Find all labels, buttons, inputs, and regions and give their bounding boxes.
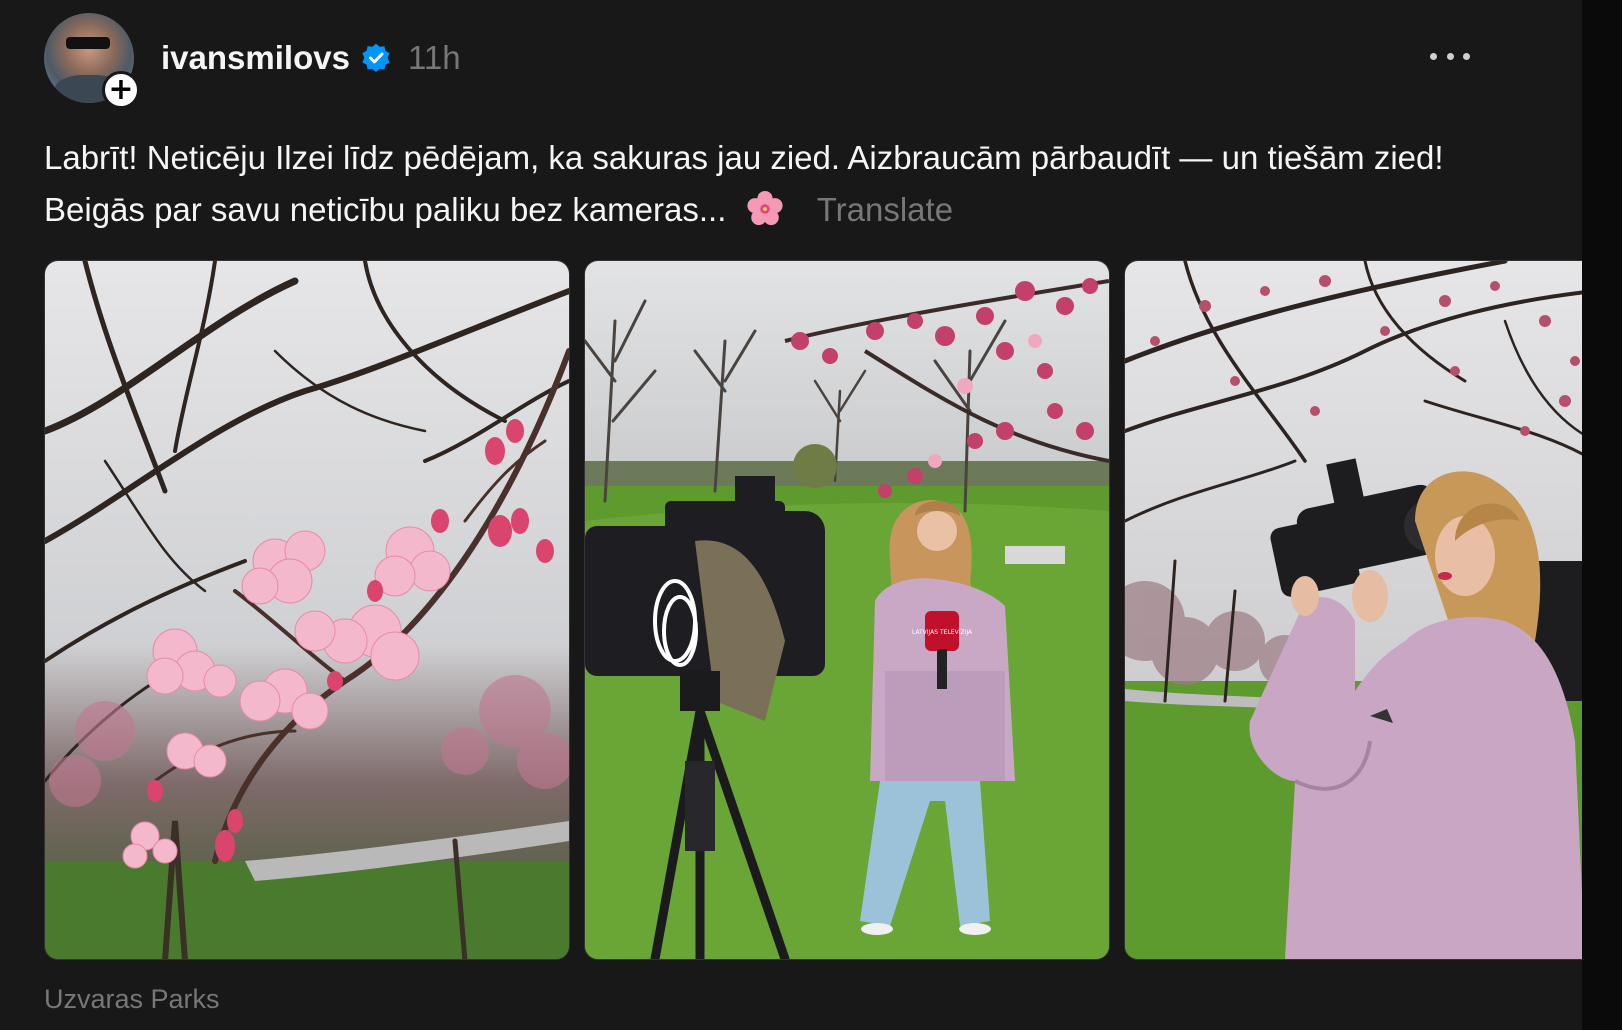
cherry-blossom-photo: [45, 261, 569, 959]
follow-plus-icon[interactable]: +: [102, 71, 140, 109]
post-location[interactable]: Uzvaras Parks: [44, 984, 220, 1015]
cherry-blossom-icon: [746, 191, 783, 226]
verified-badge-icon: [362, 43, 390, 72]
post-header: + ivansmilovs 11h: [44, 12, 461, 109]
more-dot: [1446, 52, 1454, 60]
caption-text: Labrīt! Neticēju Ilzei līdz pēdējam, ka …: [44, 139, 1444, 228]
post-photo-3[interactable]: [1124, 260, 1582, 960]
post-caption: Labrīt! Neticēju Ilzei līdz pēdējam, ka …: [44, 132, 1544, 236]
post-photo-1[interactable]: [44, 260, 570, 960]
avatar-glasses: [66, 37, 110, 49]
post-card: + ivansmilovs 11h Labrīt! Neticēju Ilzei…: [0, 0, 1582, 1030]
translate-link[interactable]: Translate: [817, 191, 953, 228]
more-dot: [1430, 52, 1437, 60]
microphone-label: LATVIJAS TELEVĪZIJA: [912, 629, 973, 636]
username-link[interactable]: ivansmilovs: [161, 39, 350, 77]
post-photo-2[interactable]: LATVIJAS TELEVĪZIJA: [584, 260, 1110, 960]
more-dot: [1463, 52, 1470, 60]
post-timestamp[interactable]: 11h: [408, 39, 461, 77]
camera-operator-photo: [1125, 261, 1582, 959]
reporter-photo: LATVIJAS TELEVĪZIJA: [585, 261, 1109, 959]
more-options-icon[interactable]: [1430, 44, 1470, 68]
avatar-container[interactable]: +: [44, 13, 140, 109]
